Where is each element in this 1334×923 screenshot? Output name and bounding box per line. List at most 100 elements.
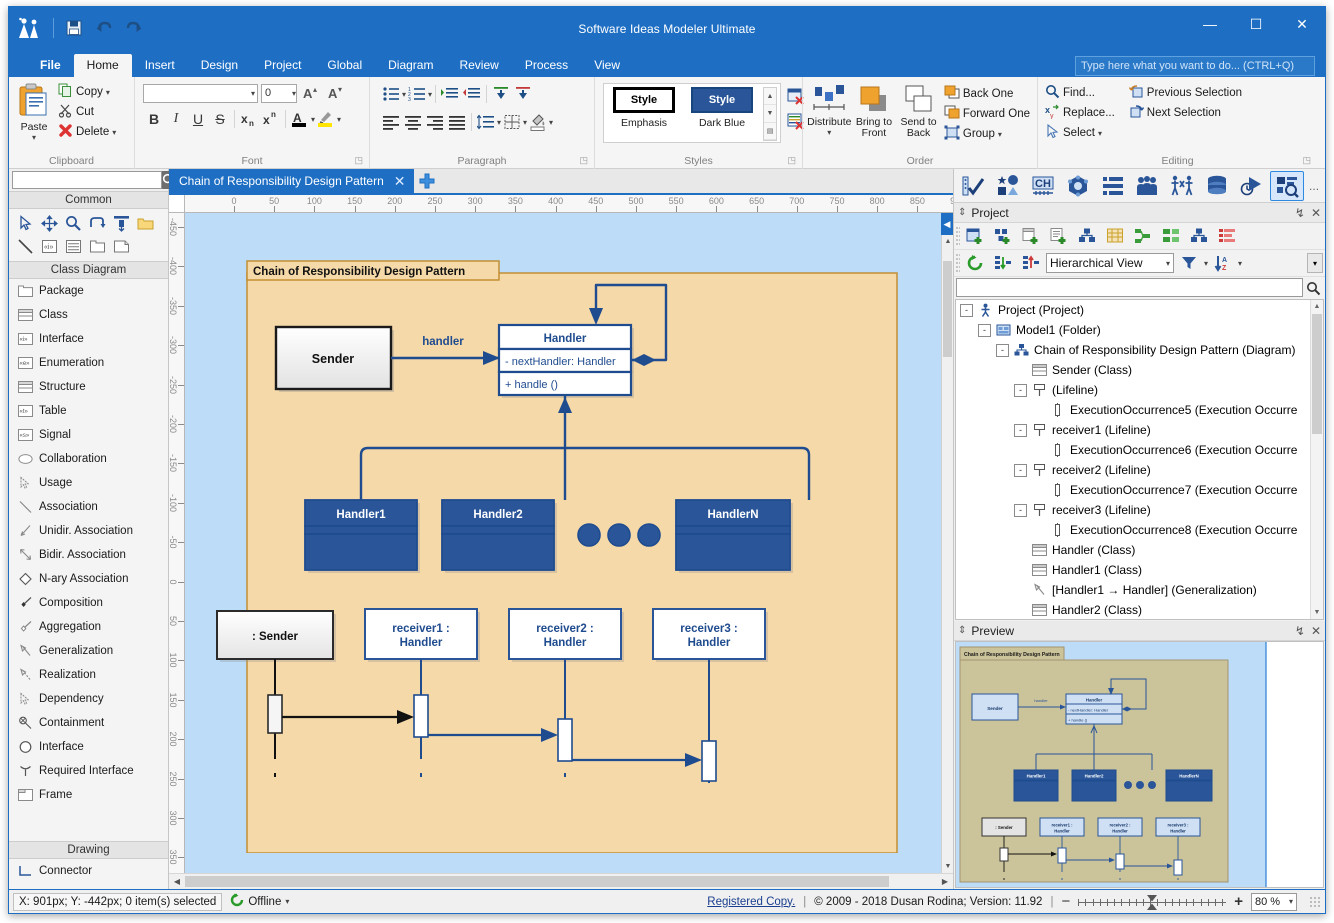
- editing-dialog-launcher-icon[interactable]: ◳: [1302, 155, 1311, 166]
- close-icon[interactable]: ✕: [394, 174, 406, 188]
- registered-copy-link[interactable]: Registered Copy.: [707, 896, 795, 908]
- paste-caret-icon[interactable]: ▾: [32, 133, 36, 142]
- people-icon[interactable]: [1131, 171, 1165, 201]
- tree-node[interactable]: Handler2 (Class): [956, 600, 1323, 619]
- numbered-list-icon[interactable]: 123: [406, 83, 428, 105]
- tool-aggregation[interactable]: Aggregation: [9, 615, 168, 639]
- diagram-canvas[interactable]: Chain of Responsibility Design Pattern S…: [185, 213, 953, 873]
- tab-process[interactable]: Process: [512, 54, 581, 77]
- tool-package[interactable]: Package: [9, 279, 168, 303]
- zoom-out-button[interactable]: −: [1061, 894, 1070, 909]
- class-handler1[interactable]: Handler1: [304, 499, 420, 573]
- tool-frame[interactable]: Frame: [9, 783, 168, 807]
- tree-node[interactable]: Sender (Class): [956, 360, 1323, 380]
- font-dialog-launcher-icon[interactable]: ◳: [354, 155, 363, 166]
- tool-nary-association[interactable]: N-ary Association: [9, 567, 168, 591]
- tree-node[interactable]: - receiver1 (Lifeline): [956, 420, 1323, 440]
- tree-node[interactable]: ExecutionOccurrence5 (Execution Occurre: [956, 400, 1323, 420]
- resize-grip[interactable]: [1309, 895, 1321, 908]
- style-emphasis[interactable]: Style Emphasis: [607, 87, 681, 139]
- zoom-level-select[interactable]: 80 % ▾: [1251, 892, 1297, 911]
- expand-all-icon[interactable]: [990, 252, 1016, 274]
- tab-insert[interactable]: Insert: [132, 54, 188, 77]
- split-green-icon[interactable]: [1158, 225, 1184, 247]
- tab-global[interactable]: Global: [314, 54, 375, 77]
- note-icon[interactable]: [111, 236, 132, 257]
- list-view-icon[interactable]: [1096, 171, 1130, 201]
- tree-node[interactable]: - Model1 (Folder): [956, 320, 1323, 340]
- font-color-icon[interactable]: A: [289, 108, 311, 130]
- tool-collaboration[interactable]: Collaboration: [9, 447, 168, 471]
- highlight-caret-icon[interactable]: ▾: [337, 115, 341, 124]
- document-tab-chain-of-responsibility[interactable]: Chain of Responsibility Design Pattern ✕: [169, 169, 414, 193]
- highlight-color-icon[interactable]: [315, 108, 337, 130]
- interface-icon[interactable]: «i»: [39, 236, 60, 257]
- zoom-slider[interactable]: [1078, 894, 1227, 910]
- styles-gallery-scroll[interactable]: ▲ ▼ ▤: [763, 87, 777, 141]
- align-justify-icon[interactable]: [446, 111, 468, 133]
- replace-button[interactable]: xy Replace...: [1042, 103, 1118, 123]
- font-name-combo[interactable]: ▾: [143, 83, 258, 103]
- horizontal-ruler[interactable]: 0 50 100 150 200 250 300 350 400 450 500 550 600 650 7…: [185, 195, 953, 213]
- tree-node[interactable]: - (Lifeline): [956, 380, 1323, 400]
- scroll-down-icon[interactable]: ▼: [942, 860, 953, 873]
- tree-node[interactable]: - Project (Project): [956, 300, 1323, 320]
- tree-green-icon[interactable]: [1130, 225, 1156, 247]
- tool-table[interactable]: «t» Table: [9, 399, 168, 423]
- search-icon[interactable]: [1303, 278, 1323, 298]
- cursor-icon[interactable]: [15, 213, 36, 234]
- distribute-caret-icon[interactable]: ▾: [827, 128, 831, 137]
- canvas-collapse-button[interactable]: ◀: [941, 213, 953, 235]
- diagram-icon[interactable]: [1074, 225, 1100, 247]
- send-to-back-button[interactable]: Send to Back: [896, 81, 941, 139]
- tree-expander[interactable]: -: [960, 303, 973, 317]
- tool-structure[interactable]: Structure: [9, 375, 168, 399]
- run-icon[interactable]: [1235, 171, 1269, 201]
- line-spacing-icon[interactable]: [475, 111, 497, 133]
- filter-icon[interactable]: [1176, 252, 1202, 274]
- close-button[interactable]: ✕: [1279, 7, 1325, 41]
- panel-updown-icon[interactable]: ⇕: [958, 207, 966, 218]
- group-caret-icon[interactable]: ▾: [998, 130, 1002, 139]
- checklist-icon[interactable]: [956, 171, 990, 201]
- superscript-button[interactable]: xn: [260, 108, 282, 130]
- tool-dependency[interactable]: Dependency: [9, 687, 168, 711]
- search-diagram-icon[interactable]: [1270, 170, 1305, 201]
- new-model-icon[interactable]: [990, 225, 1016, 247]
- red-list-icon[interactable]: [1214, 225, 1240, 247]
- canvas-vertical-scrollbar[interactable]: ▲ ▼: [941, 235, 953, 873]
- vertical-ruler[interactable]: -450 -400 -350 -300 -250 -200 -150 -100 -50 0 50 10…: [169, 213, 185, 873]
- tree-scroll-thumb[interactable]: [1312, 314, 1322, 434]
- fill-caret-icon[interactable]: ▾: [549, 118, 553, 127]
- underline-button[interactable]: U: [187, 108, 209, 130]
- delete-caret-icon[interactable]: ▾: [112, 128, 116, 137]
- list-icon[interactable]: [63, 236, 84, 257]
- tell-me-search-input[interactable]: Type here what you want to do... (CTRL+Q…: [1075, 56, 1315, 76]
- connection-caret-icon[interactable]: ▾: [285, 897, 289, 906]
- align-icon[interactable]: [111, 213, 132, 234]
- sort-caret-icon[interactable]: ▾: [1238, 259, 1242, 268]
- close-icon[interactable]: ✕: [1311, 206, 1321, 220]
- zoom-slider-handle[interactable]: [1146, 894, 1158, 910]
- table-icon[interactable]: [1102, 225, 1128, 247]
- tree-scrollbar[interactable]: ▲ ▼: [1310, 300, 1323, 619]
- refresh-icon[interactable]: [962, 252, 988, 274]
- style-dark-blue[interactable]: Style Dark Blue: [685, 87, 759, 139]
- tab-view[interactable]: View: [581, 54, 633, 77]
- shrink-font-icon[interactable]: A ▾: [325, 82, 347, 104]
- scroll-left-icon[interactable]: ◀: [169, 874, 185, 889]
- bring-to-front-button[interactable]: Bring to Front: [852, 81, 897, 139]
- scroll-right-icon[interactable]: ▶: [937, 874, 953, 889]
- tree-node[interactable]: - receiver2 (Lifeline): [956, 460, 1323, 480]
- shapes-icon[interactable]: [991, 171, 1025, 201]
- grow-font-icon[interactable]: A ▴: [300, 82, 322, 104]
- horizontal-scroll-thumb[interactable]: [185, 876, 889, 887]
- align-bottom-icon[interactable]: [512, 83, 534, 105]
- tool-composition[interactable]: Composition: [9, 591, 168, 615]
- tool-required-interface[interactable]: Required Interface: [9, 759, 168, 783]
- move-icon[interactable]: [39, 213, 60, 234]
- new-diagram-icon[interactable]: [962, 225, 988, 247]
- tree-expander[interactable]: -: [1014, 423, 1027, 437]
- subscript-button[interactable]: xn: [238, 108, 260, 130]
- fill-color-icon[interactable]: [527, 111, 549, 133]
